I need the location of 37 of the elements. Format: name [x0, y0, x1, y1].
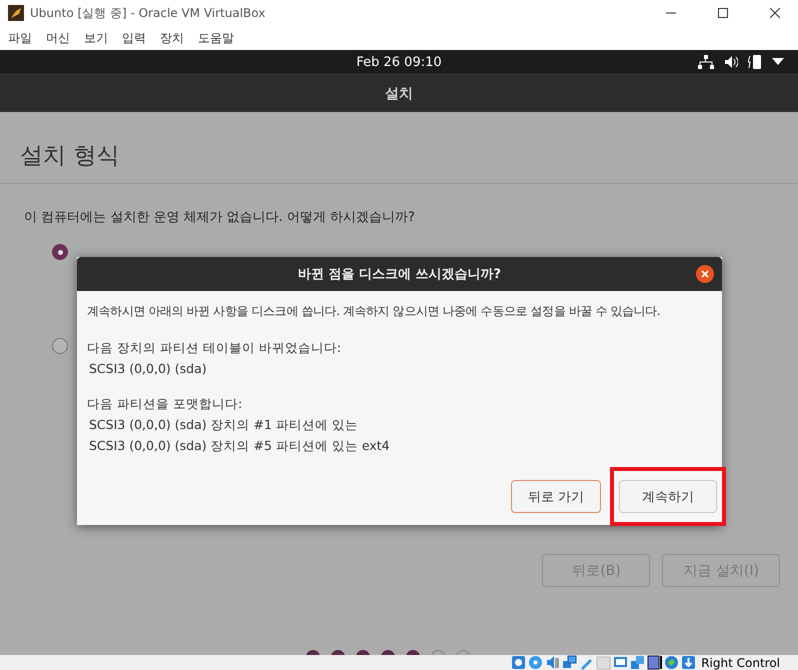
volume-icon[interactable] [724, 55, 738, 69]
dialog-message: 계속하시면 아래의 바뀐 사항을 디스크에 씁니다. 계속하지 않으시면 나중에 수동으로 설정을 바꿀 수 있습니다. [87, 303, 662, 320]
clock[interactable]: Feb 26 09:10 [356, 54, 442, 70]
maximize-icon[interactable] [718, 8, 728, 18]
audio-icon [545, 655, 560, 670]
optical-disc-icon [528, 655, 544, 670]
window-title: Ubunto [실행 중] - Oracle VM VirtualBox [30, 4, 266, 22]
dialog-title: 바뀐 점을 디스크에 쓰시겠습니까? [298, 266, 502, 283]
network-icon[interactable] [698, 55, 714, 69]
dialog-button[interactable]: 뒤로 가기 [511, 480, 601, 513]
question-text: 이 컴퓨터에는 설치한 운영 체제가 없습니다. 어떻게 하시겠습니까? [24, 209, 416, 226]
menu-item[interactable]: 머신 [46, 30, 70, 46]
close-icon[interactable] [696, 265, 714, 283]
close-icon[interactable] [770, 8, 780, 18]
radio-button[interactable] [52, 244, 68, 260]
menu-item[interactable]: 보기 [84, 30, 108, 46]
network-icon [562, 655, 578, 670]
device-entry: SCSI3 (0,0,0) (sda) [88, 361, 208, 376]
section-heading: 다음 장치의 파티션 테이블이 바뀌었습니다: [87, 340, 342, 357]
menu-item[interactable]: 입력 [122, 30, 146, 46]
menu-item[interactable]: 도움말 [198, 30, 234, 46]
battery-icon[interactable] [748, 54, 762, 70]
dialog-button[interactable]: 계속하기 [619, 480, 717, 513]
app-icon [8, 5, 24, 21]
section-heading: 다음 파티션을 포맷합니다: [87, 396, 244, 413]
radio-button[interactable] [52, 338, 68, 354]
display-icon [613, 655, 628, 670]
menu-item[interactable]: 장치 [160, 30, 184, 46]
device-entry: SCSI3 (0,0,0) (sda) 장치의 #5 파티션에 있는 ext4 [88, 438, 391, 455]
page-heading: 설치 형식 [20, 142, 120, 171]
shared-folder-icon [596, 655, 612, 670]
device-entry: SCSI3 (0,0,0) (sda) 장치의 #1 파티션에 있는 [88, 417, 359, 434]
host-key-label: Right Control [701, 656, 780, 670]
menu-item[interactable]: 파일 [8, 30, 32, 46]
header-title: 설치 [385, 84, 413, 102]
dropdown-icon[interactable] [772, 58, 784, 66]
keyboard-icon [681, 655, 696, 670]
